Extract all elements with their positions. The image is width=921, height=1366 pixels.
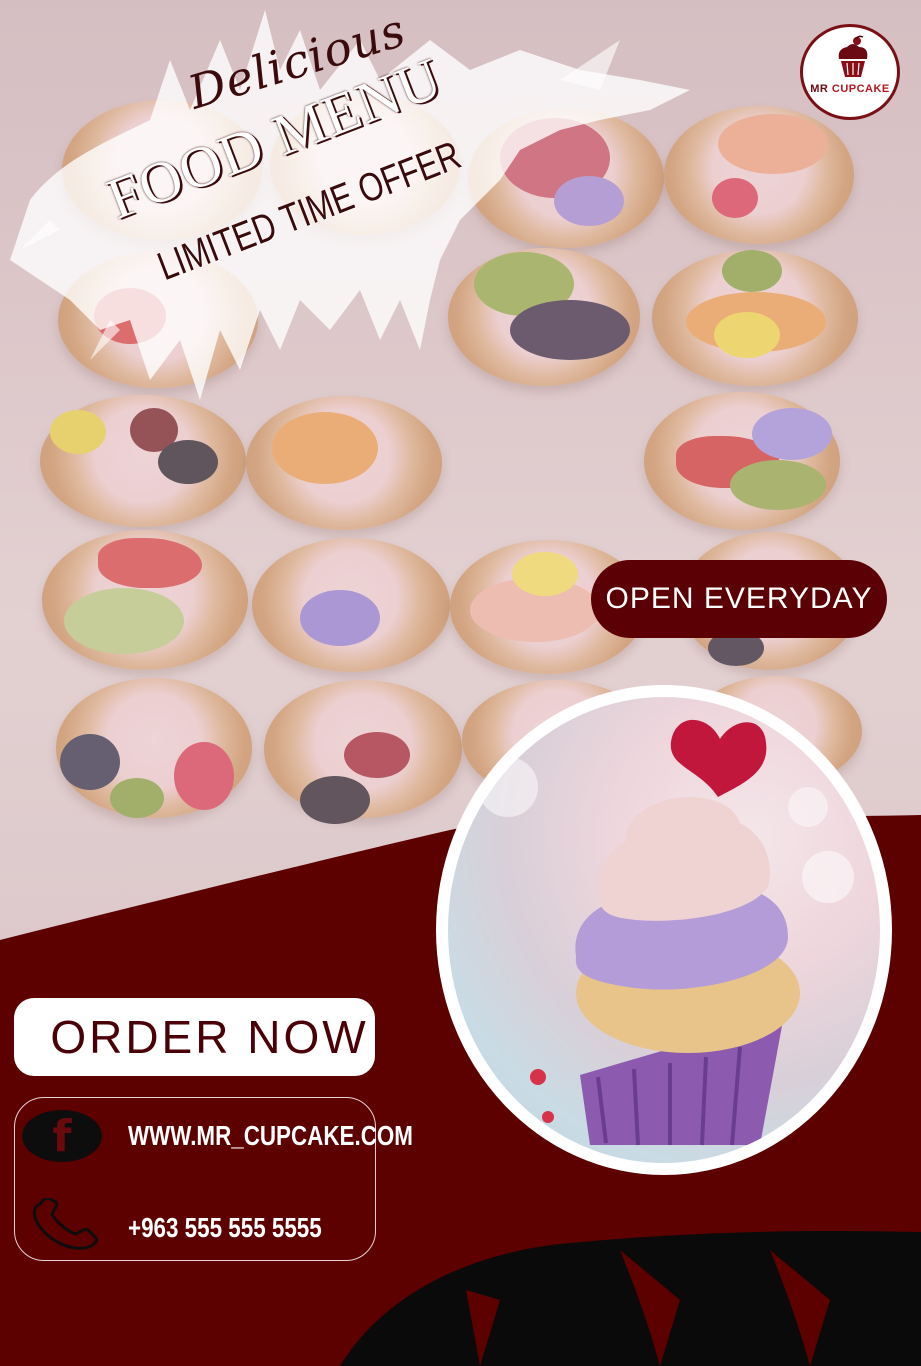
logo-text: MR CUPCAKE xyxy=(803,83,897,95)
cupcake-image xyxy=(478,719,854,1146)
cupcake-icon xyxy=(838,35,868,77)
facebook-icon[interactable]: f xyxy=(22,1110,102,1162)
order-now-button[interactable]: ORDER NOW xyxy=(14,998,375,1076)
cupcake-photo-frame xyxy=(436,685,892,1175)
logo-text-cupcake: CUPCAKE xyxy=(831,83,890,95)
cupcake-photo xyxy=(448,697,880,1163)
open-everyday-badge: OPEN EVERYDAY xyxy=(591,560,887,638)
website-link[interactable]: WWW.MR_CUPCAKE.COM xyxy=(128,1120,413,1152)
phone-icon xyxy=(32,1198,98,1250)
logo-text-mr: MR xyxy=(810,83,829,95)
brand-logo[interactable]: MR CUPCAKE xyxy=(800,24,900,120)
phone-number[interactable]: +963 555 555 5555 xyxy=(128,1212,322,1244)
